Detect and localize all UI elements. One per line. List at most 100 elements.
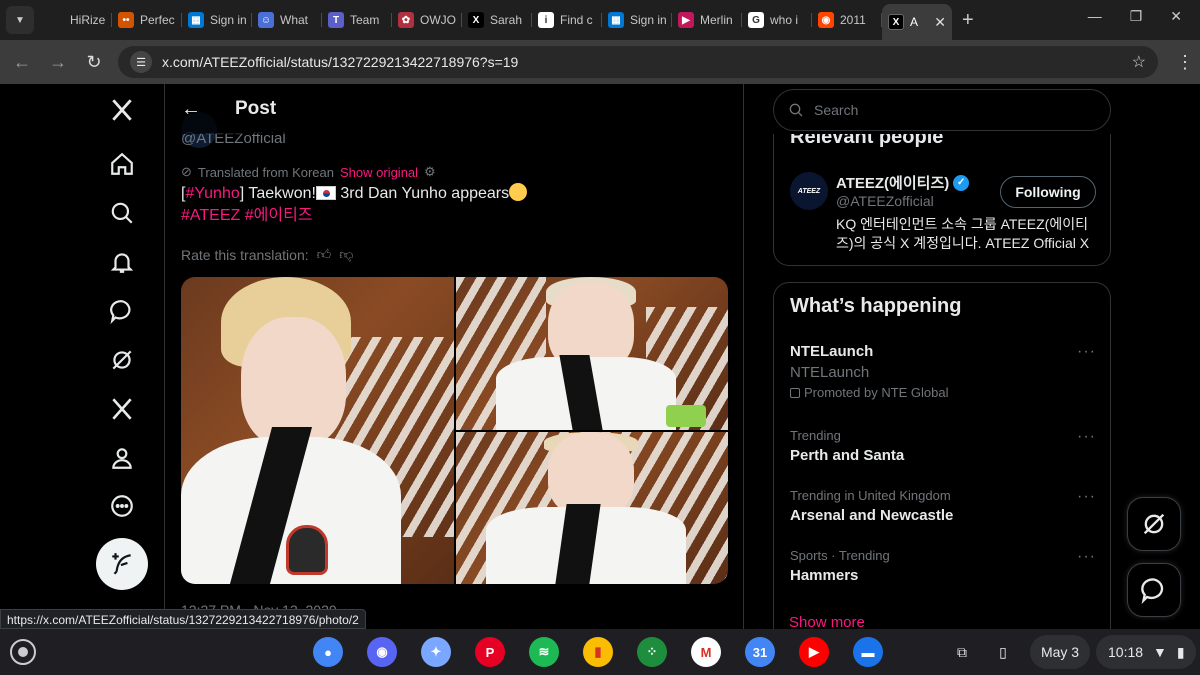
thumbs-up-icon[interactable]: 👍︎ <box>317 246 332 263</box>
tab-favicon-icon: ▦ <box>188 12 204 28</box>
explore-search-icon[interactable] <box>96 195 148 231</box>
address-bar: ← → ↻ ☰ x.com/ATEEZofficial/status/13272… <box>0 40 1200 84</box>
avatar[interactable]: ATEEZ <box>790 172 828 210</box>
rate-label: Rate this translation: <box>181 246 309 263</box>
chrome-app-icon[interactable]: ● <box>313 637 343 667</box>
trend-name: Perth and Santa <box>790 447 905 464</box>
close-tab-icon[interactable]: ✕ <box>934 14 946 31</box>
url-text: x.com/ATEEZofficial/status/1327229213422… <box>162 54 519 70</box>
browser-tab[interactable]: ◉ 2011 <box>812 4 882 36</box>
apps-grid-app-icon[interactable]: ⁘ <box>637 637 667 667</box>
restore-icon[interactable]: ❐ <box>1130 8 1143 25</box>
browser-tab[interactable]: HiRize <box>42 4 112 36</box>
x-logo-icon[interactable] <box>96 92 148 128</box>
notifications-bell-icon[interactable] <box>96 244 148 280</box>
back-arrow-icon[interactable]: ← <box>4 52 40 73</box>
trend-item[interactable]: Sports · Trending Hammers ··· <box>790 548 1096 584</box>
hashtag-korean[interactable]: #에이티즈 <box>245 207 313 224</box>
new-tab-icon[interactable]: + <box>962 9 974 32</box>
search-input[interactable]: Search <box>773 89 1111 131</box>
following-button[interactable]: Following <box>1000 176 1096 208</box>
premium-x-icon[interactable] <box>96 391 148 427</box>
photo-1[interactable] <box>181 277 454 584</box>
browser-tab[interactable]: X Sarah <box>462 4 532 36</box>
grok-icon[interactable] <box>96 342 148 378</box>
messages-icon[interactable] <box>96 293 148 329</box>
link-status-bubble: https://x.com/ATEEZofficial/status/13272… <box>0 609 366 629</box>
tote-icon[interactable]: ⧉ <box>947 635 977 669</box>
more-dots-icon[interactable]: ··· <box>1077 343 1096 361</box>
browser-menu-icon[interactable]: ⋮ <box>1176 52 1194 73</box>
right-sidebar: Search Relevant people ATEEZ ATEEZ(에이티즈)… <box>773 84 1111 642</box>
more-dots-icon[interactable]: ··· <box>1077 428 1096 446</box>
phone-hub-icon[interactable]: ▯ <box>988 635 1018 669</box>
tab-favicon-icon: ▶ <box>678 12 694 28</box>
trend-item[interactable]: NTELaunch NTELaunch Promoted by NTE Glob… <box>790 343 1096 400</box>
forward-arrow-icon[interactable]: → <box>40 52 76 73</box>
url-input[interactable]: ☰ x.com/ATEEZofficial/status/13272292134… <box>118 46 1158 78</box>
show-original-link[interactable]: Show original <box>340 165 418 180</box>
photo-grid <box>181 277 728 584</box>
close-window-icon[interactable]: ✕ <box>1170 8 1182 25</box>
messages-float-button[interactable] <box>1127 563 1181 617</box>
tab-title: who i <box>770 13 799 27</box>
photo-2[interactable] <box>456 277 728 430</box>
compose-post-button[interactable] <box>96 538 148 590</box>
profile-icon[interactable] <box>96 440 148 476</box>
site-info-icon[interactable]: ☰ <box>130 51 152 73</box>
browser-tab[interactable]: ☺ What <box>252 4 322 36</box>
youtube-app-icon[interactable]: ▶ <box>799 637 829 667</box>
date-pill[interactable]: May 3 <box>1030 635 1090 669</box>
back-arrow-icon[interactable]: ← <box>181 98 211 121</box>
relevant-people-title: Relevant people <box>790 134 944 148</box>
more-options-icon[interactable] <box>96 488 148 524</box>
reload-icon[interactable]: ↻ <box>76 52 112 73</box>
browser-tab[interactable]: ▦ Sign in <box>182 4 252 36</box>
browser-tab[interactable]: ▦ Sign in <box>602 4 672 36</box>
korea-flag-icon <box>315 186 336 200</box>
browser-tab[interactable]: ✿ OWJO <box>392 4 462 36</box>
keep-app-icon[interactable]: ▮ <box>583 637 613 667</box>
browser-tab-active[interactable]: X A ✕ <box>882 4 952 40</box>
files-app-icon[interactable]: ▬ <box>853 637 883 667</box>
more-dots-icon[interactable]: ··· <box>1077 548 1096 566</box>
translation-settings-gear-icon[interactable]: ⚙ <box>424 164 436 180</box>
calendar-app-icon[interactable]: 31 <box>745 637 775 667</box>
bookmark-star-icon[interactable]: ☆ <box>1132 52 1146 72</box>
thumbs-down-icon[interactable]: 👎︎ <box>339 246 353 263</box>
person-name-text: ATEEZ(에이티즈) <box>836 175 950 192</box>
browser-tab[interactable]: Gwho i <box>742 4 812 36</box>
home-icon[interactable] <box>96 146 148 182</box>
tab-search-chevron-icon[interactable]: ▼ <box>6 6 34 34</box>
tweet-text-part: ] Taekwon! <box>239 185 316 202</box>
tab-favicon-icon: •• <box>118 12 134 28</box>
tab-title: A <box>910 15 919 29</box>
pinterest-app-icon[interactable]: P <box>475 637 505 667</box>
discord-app-icon[interactable]: ◉ <box>367 637 397 667</box>
person-handle[interactable]: @ATEEZofficial <box>836 193 934 209</box>
launcher-icon[interactable] <box>10 639 36 665</box>
photo-3[interactable] <box>456 432 728 584</box>
promoted-text: Promoted by NTE Global <box>804 385 949 400</box>
tab-favicon-icon <box>48 12 64 28</box>
tab-favicon-icon: ✿ <box>398 12 414 28</box>
spotify-app-icon[interactable]: ≋ <box>529 637 559 667</box>
browser-tab[interactable]: i Find c <box>532 4 602 36</box>
browser-tab[interactable]: ▶ Merlin <box>672 4 742 36</box>
tweet-text: [#Yunho] Taekwon! 3rd Dan Yunho appears … <box>181 183 528 227</box>
grok-float-button[interactable] <box>1127 497 1181 551</box>
more-dots-icon[interactable]: ··· <box>1077 488 1096 506</box>
hashtag-yunho[interactable]: #Yunho <box>185 185 239 202</box>
trend-meta: Sports · Trending <box>790 548 890 563</box>
gmail-app-icon[interactable]: M <box>691 637 721 667</box>
browser-tab[interactable]: T Team <box>322 4 392 36</box>
person-name[interactable]: ATEEZ(에이티즈) ✓ <box>836 172 970 193</box>
minimize-icon[interactable]: — <box>1088 8 1102 25</box>
assistant-app-icon[interactable]: ✦ <box>421 637 451 667</box>
hashtag-ateez[interactable]: #ATEEZ <box>181 207 240 224</box>
trend-item[interactable]: Trending Perth and Santa ··· <box>790 428 1096 464</box>
browser-tab[interactable]: •• Perfec <box>112 4 182 36</box>
trend-item[interactable]: Trending in United Kingdom Arsenal and N… <box>790 488 1096 524</box>
system-tray[interactable]: 10:18 ▼ ▮ <box>1096 635 1196 669</box>
whats-happening-card: What’s happening NTELaunch NTELaunch Pro… <box>773 282 1111 642</box>
